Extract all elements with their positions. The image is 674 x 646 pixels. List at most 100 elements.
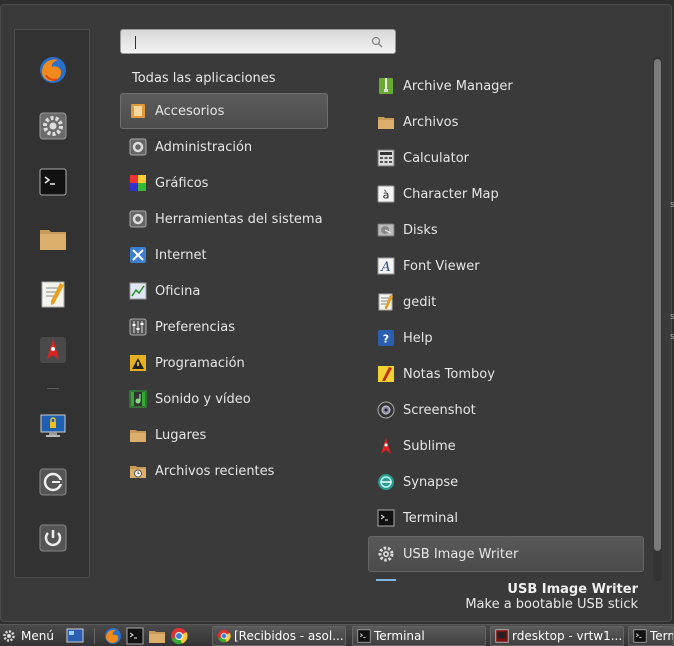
svg-text:A: A bbox=[380, 260, 390, 275]
category-oficina[interactable]: Oficina bbox=[120, 273, 328, 309]
app-label: Screenshot bbox=[403, 402, 476, 418]
task-label: Terminal bbox=[374, 629, 425, 643]
gedit-icon bbox=[378, 293, 393, 311]
task-label: rdesktop - vrtw1... bbox=[512, 629, 623, 643]
category-lugares[interactable]: Lugares bbox=[120, 417, 328, 453]
app-font-viewer[interactable]: A Font Viewer bbox=[368, 248, 644, 284]
task-terminal[interactable]: Terminal bbox=[352, 626, 486, 646]
app-usb-image-writer[interactable]: USB Image Writer bbox=[368, 536, 644, 572]
terminal-icon[interactable] bbox=[126, 627, 144, 645]
category-graficos[interactable]: Gráficos bbox=[120, 165, 328, 201]
category-label: Lugares bbox=[155, 427, 207, 443]
favorites-separator bbox=[47, 388, 59, 389]
rdesktop-icon bbox=[495, 629, 509, 643]
category-sonido-video[interactable]: Sonido y vídeo bbox=[120, 381, 328, 417]
font-viewer-icon: A bbox=[377, 257, 395, 275]
taskbar-panel: Menú [Recibidos - asol... Terminal rdesk… bbox=[0, 624, 674, 646]
application-menu: Todas las aplicaciones Accesorios Admini… bbox=[0, 4, 672, 622]
app-label: Disks bbox=[403, 222, 438, 238]
category-label: Internet bbox=[155, 247, 207, 263]
logout-icon[interactable] bbox=[35, 464, 71, 500]
task-label: [Recibidos - asol... bbox=[234, 629, 344, 643]
settings-icon[interactable] bbox=[35, 108, 71, 144]
show-desktop-icon[interactable] bbox=[66, 627, 84, 645]
app-sublime[interactable]: Sublime bbox=[368, 428, 644, 464]
app-label: Character Map bbox=[403, 186, 499, 202]
category-herramientas[interactable]: Herramientas del sistema bbox=[120, 201, 328, 237]
lock-screen-icon[interactable] bbox=[35, 408, 71, 444]
graphics-icon bbox=[130, 175, 146, 191]
programming-icon bbox=[130, 355, 146, 371]
app-list-scrollbar[interactable] bbox=[653, 57, 662, 581]
task-rdesktop[interactable]: rdesktop - vrtw1... bbox=[490, 626, 624, 646]
category-administracion[interactable]: Administración bbox=[120, 129, 328, 165]
app-label: Synapse bbox=[403, 474, 459, 490]
app-label: Archive Manager bbox=[403, 78, 513, 94]
terminal-icon[interactable] bbox=[35, 164, 71, 200]
synapse-icon bbox=[378, 474, 394, 490]
app-label: Sublime bbox=[403, 438, 456, 454]
app-terminal[interactable]: Terminal bbox=[368, 500, 644, 536]
app-calculator[interactable]: Calculator bbox=[368, 140, 644, 176]
task-terminal-2[interactable]: Term bbox=[628, 626, 674, 646]
category-programacion[interactable]: Programación bbox=[120, 345, 328, 381]
app-label: Help bbox=[403, 330, 433, 346]
terminal-icon bbox=[377, 509, 395, 527]
selected-app-description: Make a bootable USB stick bbox=[465, 597, 638, 612]
text-editor-icon[interactable] bbox=[35, 276, 71, 312]
app-synapse[interactable]: Synapse bbox=[368, 464, 644, 500]
category-label: Programación bbox=[155, 355, 245, 371]
office-icon bbox=[129, 282, 147, 300]
svg-text:à: à bbox=[383, 189, 390, 202]
task-chrome-recibidos[interactable]: [Recibidos - asol... bbox=[212, 626, 346, 646]
app-archivos[interactable]: Archivos bbox=[368, 104, 644, 140]
category-internet[interactable]: Internet bbox=[120, 237, 328, 273]
menu-button[interactable]: Menú bbox=[2, 628, 54, 644]
disks-icon bbox=[377, 223, 395, 237]
category-label: Sonido y vídeo bbox=[155, 391, 251, 407]
app-label: Notas Tomboy bbox=[403, 366, 495, 382]
application-list: Archive Manager Archivos Calculator à Ch… bbox=[368, 68, 644, 572]
menu-label: Menú bbox=[21, 629, 54, 643]
sublime-icon[interactable] bbox=[35, 332, 71, 368]
folder-icon[interactable] bbox=[35, 220, 71, 256]
background-window-text: s bbox=[670, 312, 674, 322]
app-gedit[interactable]: gedit bbox=[368, 284, 644, 320]
app-notas-tomboy[interactable]: Notas Tomboy bbox=[368, 356, 644, 392]
terminal-icon bbox=[357, 629, 371, 643]
category-accesorios[interactable]: Accesorios bbox=[120, 93, 328, 129]
app-character-map[interactable]: à Character Map bbox=[368, 176, 644, 212]
app-disks[interactable]: Disks bbox=[368, 212, 644, 248]
app-archive-manager[interactable]: Archive Manager bbox=[368, 68, 644, 104]
administration-icon bbox=[129, 138, 147, 156]
app-label: Terminal bbox=[403, 510, 458, 526]
character-map-icon: à bbox=[377, 185, 395, 203]
places-folder-icon bbox=[130, 430, 146, 442]
internet-icon bbox=[130, 247, 146, 263]
next-app-item-partial bbox=[376, 579, 396, 581]
usb-writer-icon bbox=[378, 546, 394, 562]
search-icon bbox=[371, 36, 383, 48]
power-icon[interactable] bbox=[35, 520, 71, 556]
firefox-icon[interactable] bbox=[104, 627, 122, 645]
screenshot-icon bbox=[377, 401, 395, 419]
folder-icon[interactable] bbox=[148, 627, 166, 645]
all-applications-header[interactable]: Todas las aplicaciones bbox=[132, 71, 276, 86]
search-input[interactable] bbox=[129, 33, 359, 51]
category-archivos-recientes[interactable]: Archivos recientes bbox=[120, 453, 328, 489]
search-box[interactable] bbox=[120, 29, 396, 54]
category-label: Oficina bbox=[155, 283, 201, 299]
firefox-icon[interactable] bbox=[35, 52, 71, 88]
app-screenshot[interactable]: Screenshot bbox=[368, 392, 644, 428]
category-label: Administración bbox=[155, 139, 253, 155]
recent-files-icon bbox=[130, 466, 146, 478]
background-window-text: s bbox=[670, 332, 674, 342]
app-help[interactable]: ? Help bbox=[368, 320, 644, 356]
app-label: Calculator bbox=[403, 150, 470, 166]
category-preferencias[interactable]: Preferencias bbox=[120, 309, 328, 345]
scrollbar-thumb[interactable] bbox=[654, 59, 661, 551]
category-label: Accesorios bbox=[155, 103, 225, 119]
chrome-icon[interactable] bbox=[170, 627, 188, 645]
app-label: Archivos bbox=[403, 114, 459, 130]
chrome-icon bbox=[217, 629, 231, 643]
